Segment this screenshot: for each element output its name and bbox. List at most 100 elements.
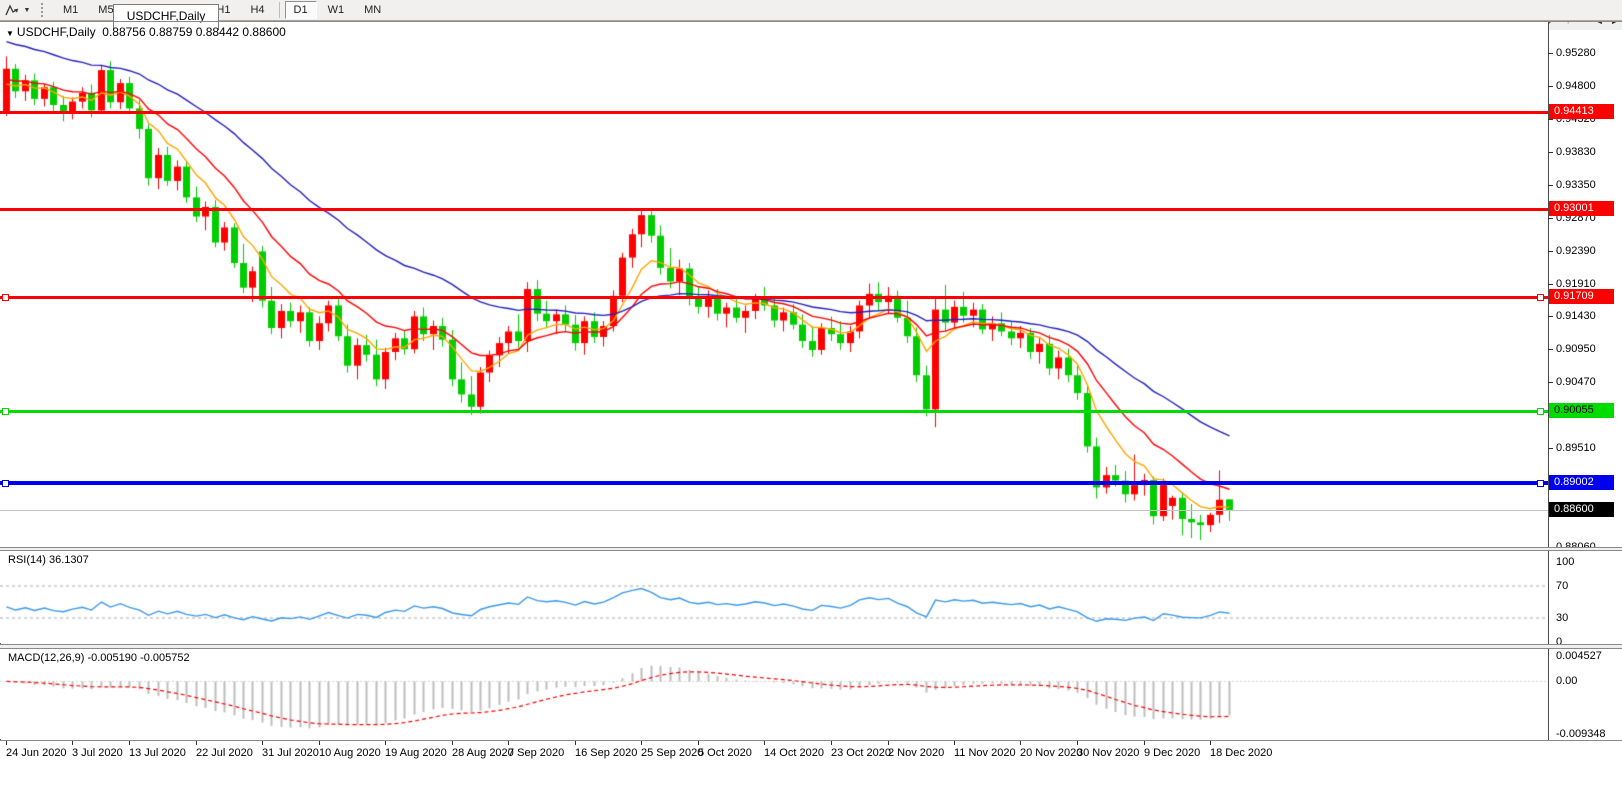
price-axis-label: 0.91430 — [1556, 310, 1596, 323]
main-chart-canvas[interactable] — [0, 21, 1548, 547]
price-axis-tick — [1548, 283, 1553, 285]
time-axis-tick — [262, 741, 263, 745]
time-axis-tick — [1020, 741, 1021, 745]
time-axis-tick — [508, 741, 509, 745]
price-axis-label: 0.92390 — [1556, 244, 1596, 257]
cursor-tool-icon[interactable] — [3, 2, 21, 18]
time-axis-label: 3 Jul 2020 — [72, 747, 123, 759]
price-axis-label: 0.95280 — [1556, 47, 1596, 59]
price-axis-label: 0.91910 — [1556, 277, 1596, 290]
macd-axis-label: -0.009348 — [1556, 728, 1606, 740]
time-axis-label: 24 Jun 2020 — [6, 747, 67, 759]
price-axis-tick — [1548, 349, 1553, 351]
time-axis-tick — [129, 741, 130, 745]
time-axis-tick — [641, 741, 642, 745]
price-line-0-94413[interactable] — [0, 111, 1548, 114]
time-axis-tick — [698, 741, 699, 745]
line-right-handle[interactable] — [1537, 294, 1544, 301]
time-axis-tick — [888, 741, 889, 745]
price-axis-label: 0.94800 — [1556, 79, 1596, 92]
price-axis-label: 0.93350 — [1556, 179, 1596, 192]
price-line-0-90055[interactable] — [0, 410, 1548, 413]
time-axis-label: 5 Oct 2020 — [698, 747, 752, 759]
line-right-handle[interactable] — [1537, 480, 1544, 487]
price-axis-tick — [1548, 447, 1553, 449]
price-axis-tick — [1548, 85, 1553, 87]
time-axis[interactable]: 24 Jun 2020 3 Jul 2020 13 Jul 2020 22 Jul 2… — [0, 741, 1622, 766]
time-axis-tick — [452, 741, 453, 745]
price-axis-tick — [1548, 250, 1553, 252]
price-badge-0-88600: 0.88600 — [1549, 502, 1614, 517]
price-axis-label: 0.90470 — [1556, 376, 1596, 389]
price-line-0-93001[interactable] — [0, 208, 1548, 211]
time-axis-tick — [831, 741, 832, 745]
price-axis-label: 0.90950 — [1556, 343, 1596, 356]
price-axis-label: 0.89510 — [1556, 441, 1596, 454]
time-axis-tick — [954, 741, 955, 745]
rsi-label: RSI(14) 36.1307 — [8, 554, 89, 566]
price-axis-border — [1548, 21, 1549, 740]
time-axis-label: 10 Aug 2020 — [319, 747, 381, 759]
timeframe-button-mn[interactable]: MN — [355, 1, 390, 19]
time-axis-tick — [6, 741, 7, 745]
macd-axis-label: 0.004527 — [1556, 650, 1602, 662]
timeframe-button-d1[interactable]: D1 — [284, 1, 317, 19]
rsi-indicator-canvas[interactable] — [0, 551, 1548, 643]
price-line-0-91709[interactable] — [0, 296, 1548, 299]
timeframe-toolbar: ▼ M1M5M15M30H1H4D1W1MN — [0, 0, 1622, 21]
price-badge-0-94413: 0.94413 — [1549, 104, 1614, 119]
cursor-tool-dropdown-icon[interactable]: ▼ — [21, 7, 33, 14]
time-axis-label: 2 Nov 2020 — [888, 747, 945, 759]
time-axis-label: 13 Jul 2020 — [129, 747, 186, 759]
time-axis-tick — [385, 741, 386, 745]
price-axis-tick — [1548, 152, 1553, 154]
time-axis-tick — [1144, 741, 1145, 745]
price-axis-tick — [1548, 382, 1553, 384]
price-badge-0-91709: 0.91709 — [1549, 289, 1614, 304]
panel-separator — [0, 21, 1622, 22]
time-axis-tick — [575, 741, 576, 745]
time-axis-tick — [196, 741, 197, 745]
line-right-handle[interactable] — [1537, 408, 1544, 415]
price-line-0-88600[interactable] — [0, 510, 1548, 511]
panel-separator — [0, 550, 1622, 551]
price-badge-0-93001: 0.93001 — [1549, 201, 1614, 216]
line-left-handle[interactable] — [2, 408, 9, 415]
line-left-handle[interactable] — [2, 294, 9, 301]
time-axis-label: 28 Aug 2020 — [452, 747, 514, 759]
rsi-axis-label: 70 — [1556, 580, 1569, 592]
time-axis-label: 23 Oct 2020 — [831, 747, 891, 759]
chart-ohlc-values: 0.88756 0.88759 0.88442 0.88600 — [102, 25, 286, 39]
time-axis-label: 7 Sep 2020 — [508, 747, 565, 759]
macd-indicator-canvas[interactable] — [0, 649, 1548, 739]
time-axis-label: 20 Nov 2020 — [1020, 747, 1083, 759]
timeframe-button-w1[interactable]: W1 — [319, 1, 354, 19]
panel-separator — [0, 648, 1622, 649]
line-left-handle[interactable] — [2, 480, 9, 487]
time-axis-tick — [72, 741, 73, 745]
price-axis-tick — [1548, 53, 1553, 54]
time-axis-border — [0, 740, 1622, 741]
timeframe-button-m1[interactable]: M1 — [54, 1, 87, 19]
toolbar-separator — [278, 2, 280, 18]
time-axis-label: 11 Nov 2020 — [954, 747, 1016, 759]
rsi-axis-label: 30 — [1556, 612, 1569, 624]
chart-symbol-timeframe: USDCHF,Daily — [16, 25, 96, 39]
time-axis-label: 18 Dec 2020 — [1210, 747, 1273, 759]
toolbar-drag-handle[interactable] — [41, 3, 47, 17]
price-axis-tick — [1548, 185, 1553, 187]
rsi-axis-label: 100 — [1556, 556, 1575, 568]
price-line-0-89002[interactable] — [0, 481, 1548, 485]
time-axis-label: 25 Sep 2020 — [641, 747, 704, 759]
trading-platform-window: ▼ M1M5M15M30H1H4D1W1MN ▼USDCHF,Daily 0.8… — [0, 0, 1622, 796]
chart-title: ▼ USDCHF,Daily 0.88756 0.88759 0.88442 0.… — [6, 25, 286, 39]
chart-title-collapse-icon[interactable]: ▼ — [6, 29, 14, 38]
timeframe-button-h4[interactable]: H4 — [241, 1, 273, 19]
price-axis-tick — [1548, 217, 1553, 219]
price-axis-tick — [1548, 316, 1553, 318]
time-axis-tick — [764, 741, 765, 745]
price-badge-0-89002: 0.89002 — [1549, 475, 1614, 490]
time-axis-label: 16 Sep 2020 — [575, 747, 638, 759]
time-axis-tick — [1210, 741, 1211, 745]
time-axis-label: 9 Dec 2020 — [1144, 747, 1201, 759]
